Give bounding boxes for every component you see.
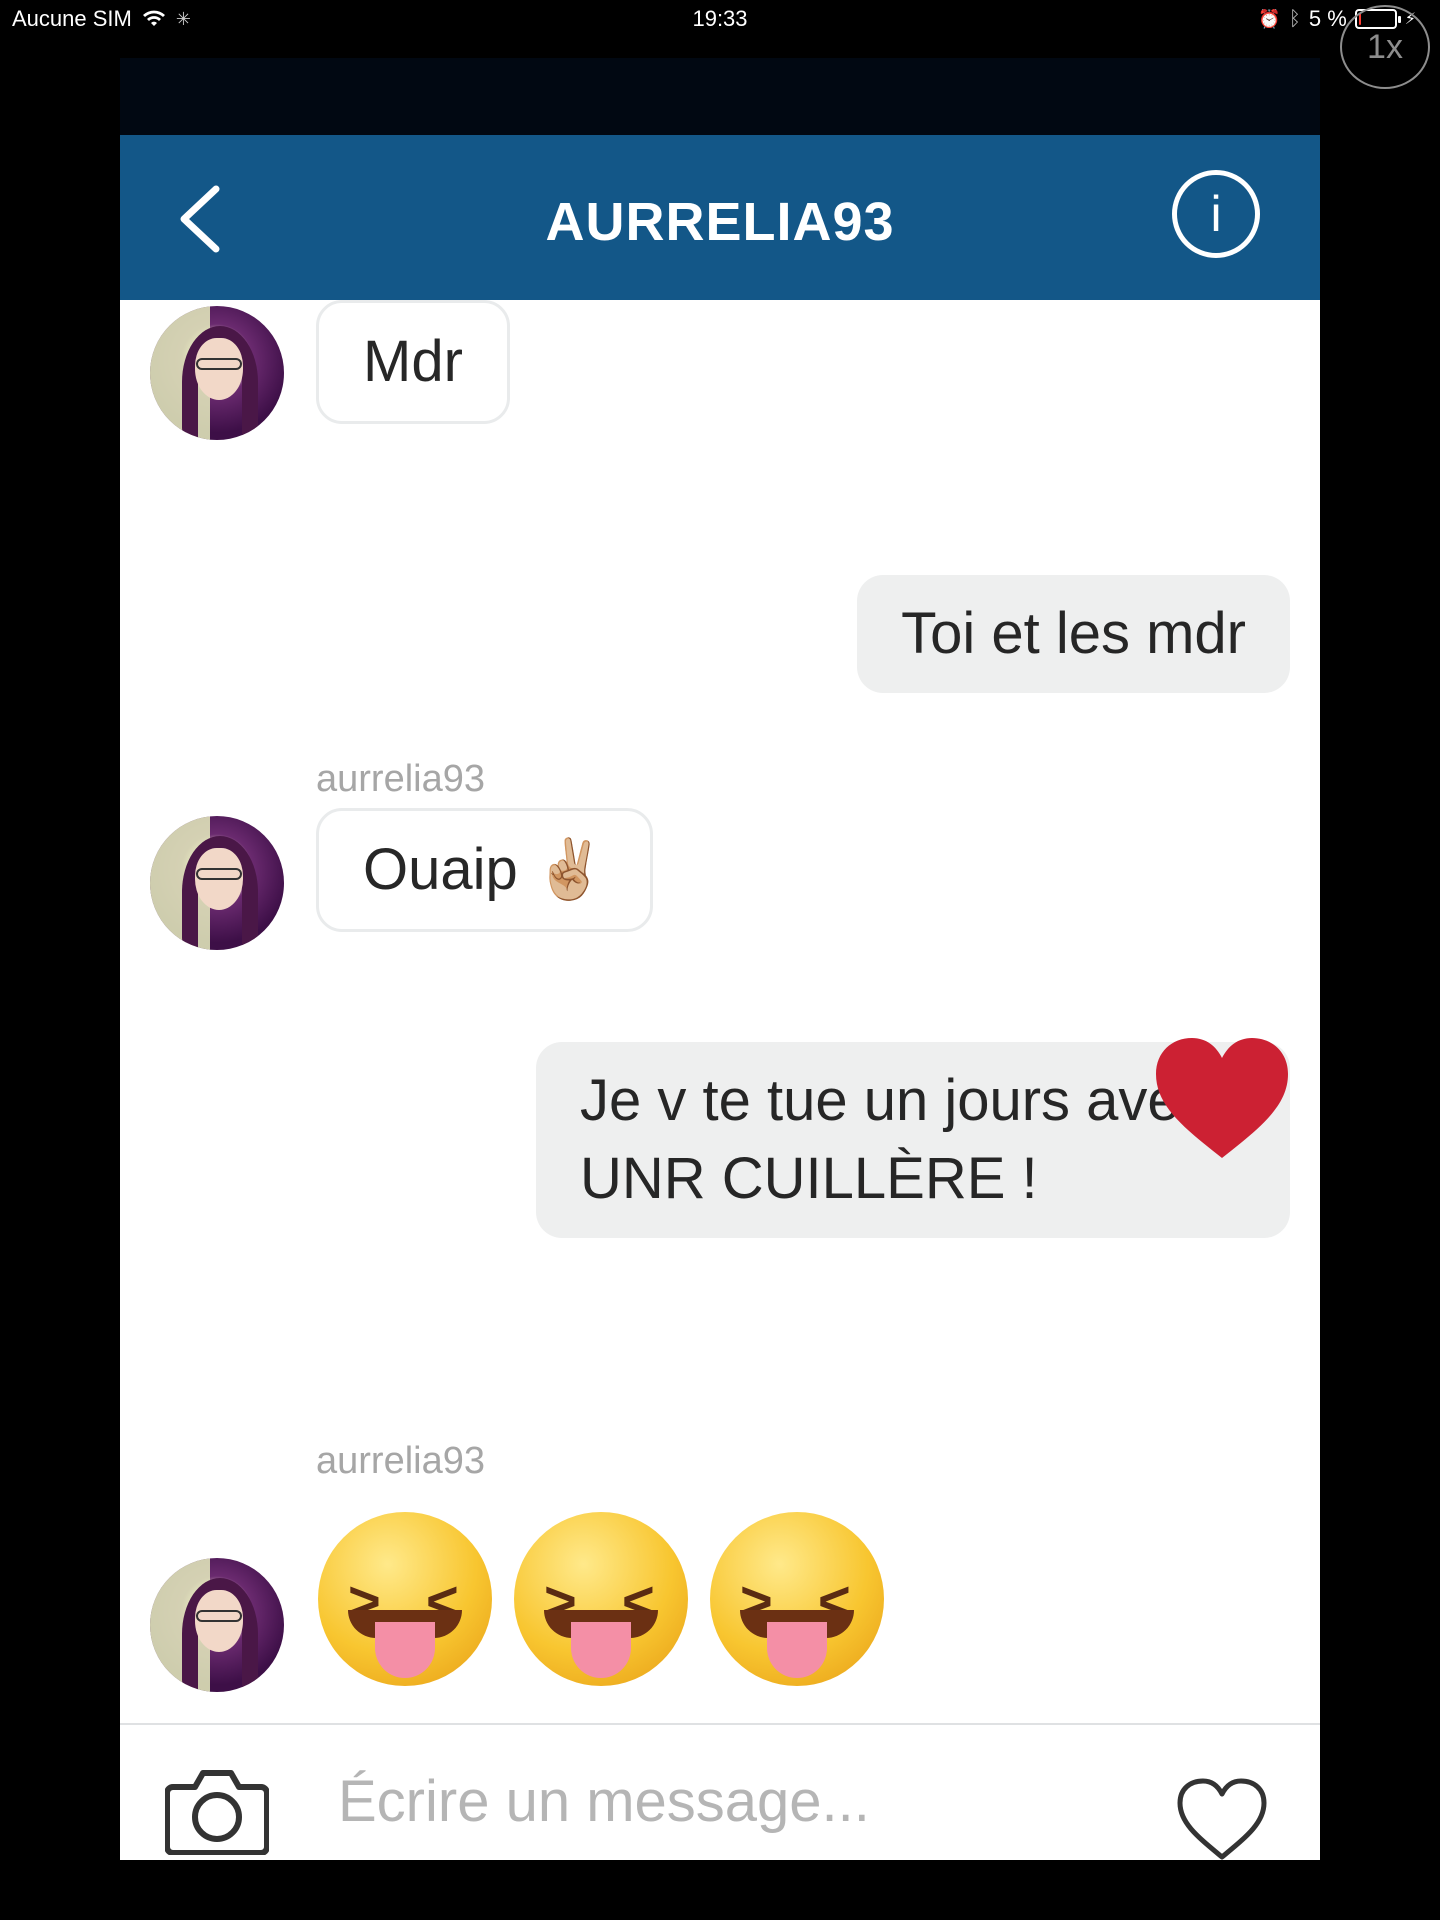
camera-icon[interactable]	[165, 1765, 269, 1855]
heart-filled-icon[interactable]	[1154, 1036, 1290, 1160]
avatar[interactable]	[150, 306, 284, 440]
battery-percent: 5 %	[1308, 6, 1347, 31]
tongue-out-emoji-icon[interactable]: > <	[710, 1512, 884, 1686]
nav-bar: AURRELIA93 i	[120, 135, 1320, 300]
app-window: AURRELIA93 i Mdr Toi et les mdr aurrelia…	[120, 58, 1320, 1860]
info-icon[interactable]: i	[1172, 170, 1260, 258]
message-line: UNR CUILLÈRE !	[580, 1146, 1038, 1211]
incoming-message-bubble[interactable]: Ouaip ✌🏼	[316, 808, 654, 932]
alarm-icon: ⏰	[1258, 8, 1281, 29]
incoming-message-bubble[interactable]: Mdr	[316, 300, 510, 424]
message-line: Je v te tue un jours avec	[580, 1068, 1209, 1133]
message-composer	[120, 1723, 1320, 1860]
heart-outline-icon[interactable]	[1176, 1777, 1268, 1860]
sender-name: aurrelia93	[316, 1440, 485, 1482]
sender-name: aurrelia93	[316, 758, 485, 800]
clock: 19:33	[692, 6, 748, 31]
tongue-out-emoji-icon[interactable]: > <	[318, 1512, 492, 1686]
outgoing-message-bubble[interactable]: Toi et les mdr	[857, 575, 1290, 693]
zoom-badge[interactable]: 1x	[1340, 5, 1430, 89]
avatar[interactable]	[150, 816, 284, 950]
top-band	[120, 58, 1320, 135]
screen: Aucune SIM ✳ 19:33 ⏰ ᛒ 5 % ⚡ 1x AURRELIA…	[0, 0, 1440, 1920]
message-input[interactable]	[338, 1765, 1098, 1837]
bluetooth-icon: ᛒ	[1288, 7, 1301, 30]
avatar[interactable]	[150, 1558, 284, 1692]
tongue-out-emoji-icon[interactable]: > <	[514, 1512, 688, 1686]
page-title: AURRELIA93	[545, 192, 895, 252]
status-bar: Aucune SIM ✳ 19:33 ⏰ ᛒ 5 % ⚡	[0, 0, 1440, 40]
message-thread[interactable]: Mdr Toi et les mdr aurrelia93 Ouaip ✌🏼 J…	[120, 300, 1320, 1724]
